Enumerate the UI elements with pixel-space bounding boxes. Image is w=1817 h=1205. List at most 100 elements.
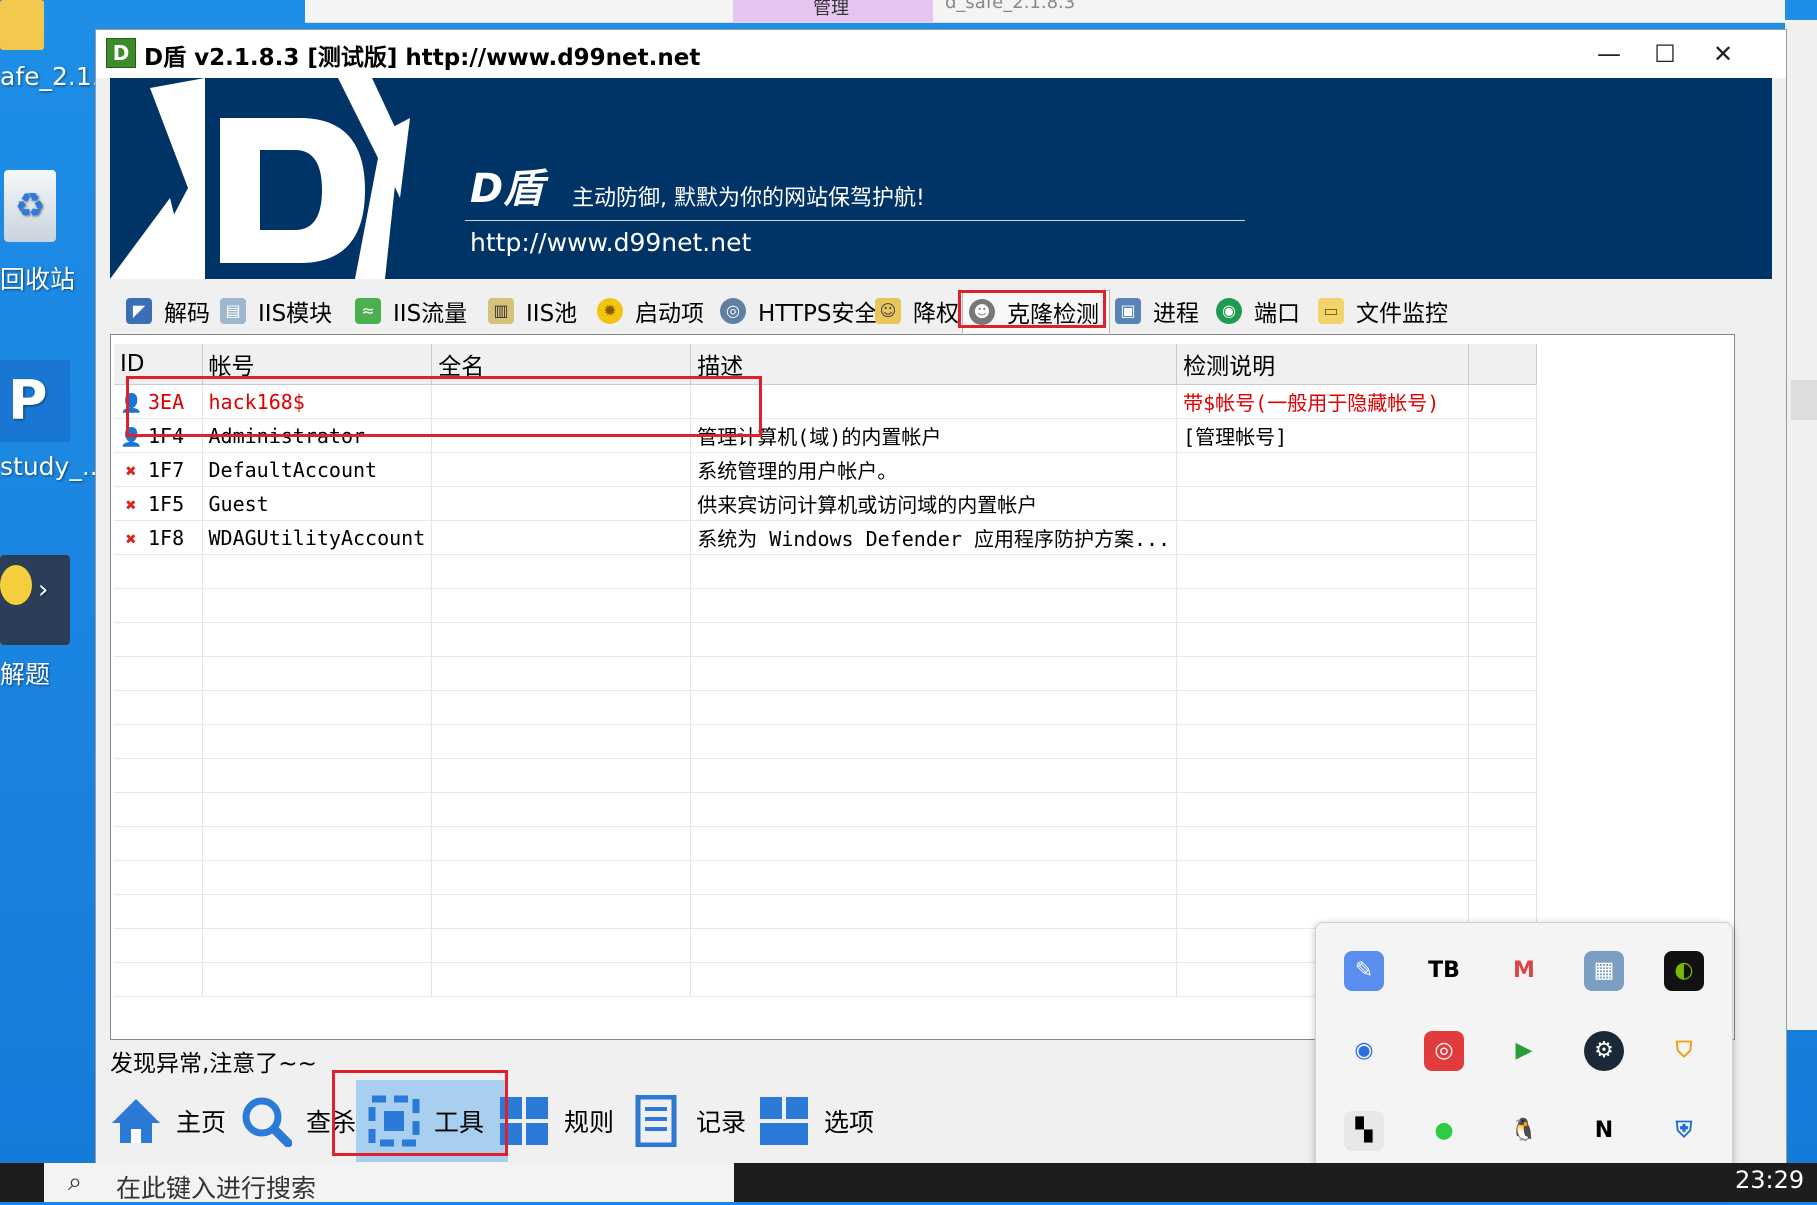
rules-icon xyxy=(498,1095,550,1147)
banner-divider xyxy=(465,220,1245,221)
table-row[interactable]: ✖ 1F5 Guest 供来宾访问计算机或访问域的内置帐户 xyxy=(114,486,1538,521)
tab-label: IIS池 xyxy=(526,301,578,327)
row-note xyxy=(1176,486,1470,521)
title-bar[interactable]: D D盾 v2.1.8.3 [测试版] http://www.d99net.ne… xyxy=(96,30,1786,78)
row-note: 带$帐号(一般用于隐藏帐号) xyxy=(1176,384,1470,419)
tab-startup[interactable]: ✹ 启动项 xyxy=(597,290,704,332)
empty-row xyxy=(114,690,1538,725)
tab-decode[interactable]: ◤ 解码 xyxy=(126,290,210,332)
edit-app-icon[interactable]: ✎ xyxy=(1344,951,1384,991)
recycle-bin-icon: ♻ xyxy=(4,170,56,242)
python-script-icon: › xyxy=(0,555,70,645)
maximize-button[interactable]: ☐ xyxy=(1640,34,1690,74)
minimize-button[interactable]: — xyxy=(1584,34,1634,74)
taskbar-search[interactable]: ⌕ 在此键入进行搜索 xyxy=(44,1163,734,1203)
qq-icon[interactable]: 🐧 xyxy=(1504,1111,1544,1151)
nav-options[interactable]: 选项 xyxy=(758,1080,874,1162)
log-icon xyxy=(630,1094,682,1148)
tab-port[interactable]: ◉ 端口 xyxy=(1216,290,1300,332)
row-extra xyxy=(1468,418,1538,453)
n-app-icon[interactable]: N xyxy=(1584,1111,1624,1151)
desktop-icon-label: 解题 xyxy=(0,660,51,689)
col-fullname[interactable]: 全名 xyxy=(431,344,692,385)
tb-icon[interactable]: TB xyxy=(1424,951,1464,991)
row-account: Guest xyxy=(202,486,433,521)
netease-music-icon[interactable]: ◎ xyxy=(1424,1031,1464,1071)
tab-label: 降权 xyxy=(913,301,959,327)
apps-icon[interactable]: ▚ xyxy=(1344,1111,1384,1151)
desktop-icon-recycle-bin[interactable]: ♻ 回收站 xyxy=(0,160,90,294)
desktop-icon-label: 回收站 xyxy=(0,265,76,294)
empty-row xyxy=(114,554,1538,589)
empty-row xyxy=(114,792,1538,827)
decode-icon: ◤ xyxy=(126,298,152,324)
security-shield-icon[interactable]: ⛉ xyxy=(1664,1031,1704,1071)
row-id: 3EA xyxy=(148,389,185,414)
network-icon[interactable]: ▦ xyxy=(1584,951,1624,991)
row-extra xyxy=(1468,486,1538,521)
iis-pool-icon: ▥ xyxy=(488,298,514,324)
browser-icon[interactable]: ◉ xyxy=(1344,1031,1384,1071)
tab-label: 文件监控 xyxy=(1356,301,1448,327)
nav-tools[interactable]: 工具 xyxy=(356,1080,508,1162)
tab-process[interactable]: ▣ 进程 xyxy=(1115,290,1199,332)
dshield-app-icon: D xyxy=(106,38,136,68)
tab-label: HTTPS安全 xyxy=(758,301,878,327)
tab-label: 克隆检测 xyxy=(1007,302,1099,328)
row-fullname xyxy=(431,452,692,487)
disabled-x-icon: ✖ xyxy=(125,460,137,482)
col-description[interactable]: 描述 xyxy=(690,344,1178,385)
desktop-icon-folder[interactable]: afe_2.1.... xyxy=(0,0,124,110)
brand-url[interactable]: http://www.d99net.net xyxy=(470,228,751,257)
empty-row xyxy=(114,588,1538,623)
nav-scan[interactable]: 查杀 xyxy=(240,1080,356,1162)
manage-tab-label: 管理 xyxy=(813,0,849,19)
row-note xyxy=(1176,520,1470,555)
tray-overflow-popup: ✎ TB M ▦ ◐ ◉ ◎ ▶ ⚙ ⛉ ▚ ● 🐧 N ⛨ xyxy=(1315,922,1733,1194)
table-row[interactable]: 👤 1F4 Administrator 管理计算机(域)的内置帐户 [管理帐号] xyxy=(114,418,1538,453)
col-id[interactable]: ID xyxy=(114,344,203,385)
close-button[interactable]: ✕ xyxy=(1698,34,1748,74)
desktop-icon-solve[interactable]: › 解题 xyxy=(0,555,90,689)
iis-module-icon: ▤ xyxy=(220,298,246,324)
wechat-icon[interactable]: ● xyxy=(1424,1111,1464,1151)
col-detect-note[interactable]: 检测说明 xyxy=(1176,344,1470,385)
folder-icon xyxy=(0,0,44,50)
manage-tab[interactable]: 管理 xyxy=(733,0,933,22)
table-row[interactable]: ✖ 1F7 DefaultAccount 系统管理的用户帐户。 xyxy=(114,452,1538,487)
table-row[interactable]: 👤 3EA hack168$ 带$帐号(一般用于隐藏帐号) xyxy=(114,384,1538,419)
search-placeholder: 在此键入进行搜索 xyxy=(116,1174,317,1203)
row-account: WDAGUtilityAccount xyxy=(202,520,433,555)
nav-rules[interactable]: 规则 xyxy=(498,1080,614,1162)
taskbar-clock[interactable]: 23:29 xyxy=(1735,1166,1804,1194)
desktop-icon-study[interactable]: P study_... xyxy=(0,360,106,490)
tab-https[interactable]: ◎ HTTPS安全 xyxy=(720,290,877,332)
iis-traffic-icon: ≈ xyxy=(355,298,381,324)
tab-downgrade[interactable]: ☺ 降权 xyxy=(875,290,959,332)
col-account[interactable]: 帐号 xyxy=(202,344,433,385)
account-table: ID 帐号 全名 描述 检测说明 👤 3EA hack168$ 带$帐号(一般用于… xyxy=(114,344,1538,997)
tab-iis-module[interactable]: ▤ IIS模块 xyxy=(220,290,332,332)
tab-iis-pool[interactable]: ▥ IIS池 xyxy=(488,290,577,332)
media-player-icon[interactable]: ▶ xyxy=(1504,1031,1544,1071)
nvidia-icon[interactable]: ◐ xyxy=(1664,951,1704,991)
tab-iis-traffic[interactable]: ≈ IIS流量 xyxy=(355,290,467,332)
gmail-icon[interactable]: M xyxy=(1504,951,1544,991)
nav-label: 主页 xyxy=(176,1108,227,1137)
tab-clone-detect[interactable]: ☻ 克隆检测 xyxy=(962,290,1110,333)
steam-icon[interactable]: ⚙ xyxy=(1584,1031,1624,1071)
nav-log[interactable]: 记录 xyxy=(630,1080,746,1162)
tab-file-monitor[interactable]: ▭ 文件监控 xyxy=(1318,290,1448,332)
row-extra xyxy=(1468,384,1538,419)
table-row[interactable]: ✖ 1F8 WDAGUtilityAccount 系统为 Windows Defe… xyxy=(114,520,1538,555)
background-tab-name: d_safe_2.1.8.3 xyxy=(945,0,1076,13)
row-id: 1F7 xyxy=(148,457,185,482)
nav-label: 选项 xyxy=(824,1108,875,1137)
row-description: 系统管理的用户帐户。 xyxy=(690,452,1178,487)
row-account: hack168$ xyxy=(202,384,433,419)
nav-home[interactable]: 主页 xyxy=(110,1080,226,1162)
downgrade-icon: ☺ xyxy=(875,298,901,324)
empty-row xyxy=(114,622,1538,657)
tab-label: 启动项 xyxy=(635,301,704,327)
defender-icon[interactable]: ⛨ xyxy=(1664,1111,1704,1151)
